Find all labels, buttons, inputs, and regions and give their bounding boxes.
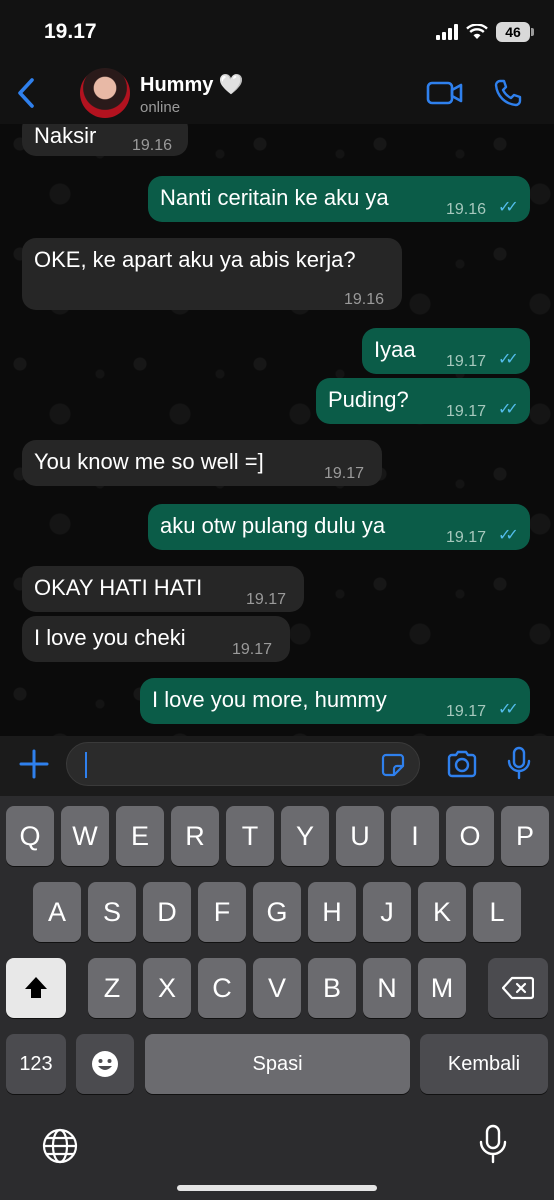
read-receipt-icon: ✓✓ [498,351,519,368]
message-time: 19.17 [232,641,273,658]
status-icons: 46 [436,22,534,42]
message-time: 19.17 [446,403,487,420]
back-icon[interactable] [14,76,40,110]
plus-icon[interactable] [18,748,50,780]
read-receipt-icon: ✓✓ [498,527,519,544]
message-text: I love you more, hummy [152,687,387,712]
message-time: 19.16 [132,137,173,154]
message-text: Iyaa [374,337,416,362]
read-receipt-icon: ✓✓ [498,401,519,418]
key-t[interactable]: T [226,806,274,866]
read-receipt-icon: ✓✓ [498,701,519,718]
contact-name[interactable]: Hummy 🤍 [140,72,244,97]
key-k[interactable]: K [418,882,466,942]
text-caret [85,752,87,778]
key-v[interactable]: V [253,958,301,1018]
message-text: OKAY HATI HATI [34,575,203,600]
globe-icon[interactable] [42,1128,78,1164]
key-j[interactable]: J [363,882,411,942]
key-f[interactable]: F [198,882,246,942]
message-text: Puding? [328,387,409,412]
key-c[interactable]: C [198,958,246,1018]
message-time: 19.16 [446,201,487,218]
message-time: 19.16 [344,291,385,308]
avatar[interactable] [80,68,130,118]
key-q[interactable]: Q [6,806,54,866]
space-key[interactable]: Spasi [145,1034,410,1094]
message-time: 19.17 [324,465,365,482]
keyboard: Q W E R T Y U I O P A S D F G H J K L Z … [0,796,554,1200]
backspace-key[interactable] [488,958,548,1018]
key-u[interactable]: U [336,806,384,866]
message-time: 19.17 [246,591,287,608]
emoji-icon [92,1051,118,1077]
message-text: OKE, ke apart aku ya abis kerja? [34,247,356,272]
message-input[interactable] [66,742,420,786]
home-indicator[interactable] [177,1185,377,1191]
phone-icon[interactable] [494,79,522,107]
message-text: Nanti ceritain ke aku ya [160,185,389,210]
key-z[interactable]: Z [88,958,136,1018]
message-outgoing[interactable]: I love you more, hummy 19.17 ✓✓ [140,678,530,724]
message-time: 19.17 [446,353,487,370]
return-key[interactable]: Kembali [420,1034,548,1094]
backspace-icon [501,976,535,1000]
message-time: 19.17 [446,703,487,720]
status-time: 19.17 [44,20,97,43]
key-x[interactable]: X [143,958,191,1018]
microphone-icon[interactable] [506,746,532,780]
cellular-signal-icon [436,24,458,40]
message-text: aku otw pulang dulu ya [160,513,386,538]
status-bar: 19.17 46 [0,0,554,62]
key-d[interactable]: D [143,882,191,942]
battery-icon: 46 [496,22,534,42]
camera-icon[interactable] [446,750,478,778]
contact-status: online [140,99,181,116]
key-b[interactable]: B [308,958,356,1018]
message-incoming[interactable]: I love you cheki 19.17 [22,616,290,662]
key-w[interactable]: W [61,806,109,866]
message-text: Naksir [34,124,97,148]
key-a[interactable]: A [33,882,81,942]
key-y[interactable]: Y [281,806,329,866]
key-g[interactable]: G [253,882,301,942]
message-incoming[interactable]: OKAY HATI HATI 19.17 [22,566,304,612]
message-text: I love you cheki [34,625,186,650]
message-incoming[interactable]: OKE, ke apart aku ya abis kerja? 19.16 [22,238,402,310]
key-m[interactable]: M [418,958,466,1018]
composer-bar [0,736,554,796]
message-text: You know me so well =] [34,449,264,474]
shift-icon [25,977,47,998]
message-outgoing[interactable]: Iyaa 19.17 ✓✓ [362,328,530,374]
key-e[interactable]: E [116,806,164,866]
wifi-icon [466,24,488,39]
numbers-key[interactable]: 123 [6,1034,66,1094]
message-incoming[interactable]: You know me so well =] 19.17 [22,440,382,486]
key-o[interactable]: O [446,806,494,866]
dictation-icon[interactable] [478,1124,508,1164]
emoji-key[interactable] [76,1034,134,1094]
shift-key[interactable] [6,958,66,1018]
key-h[interactable]: H [308,882,356,942]
video-call-icon[interactable] [426,80,464,106]
read-receipt-icon: ✓✓ [498,199,519,216]
key-s[interactable]: S [88,882,136,942]
key-n[interactable]: N [363,958,411,1018]
key-l[interactable]: L [473,882,521,942]
chat-header: Hummy 🤍 online [0,62,554,124]
sticker-icon[interactable] [381,753,405,777]
message-outgoing[interactable]: Puding? 19.17 ✓✓ [316,378,530,424]
message-outgoing[interactable]: aku otw pulang dulu ya 19.17 ✓✓ [148,504,530,550]
message-incoming[interactable]: Naksir 19.16 [22,124,188,156]
key-p[interactable]: P [501,806,549,866]
key-i[interactable]: I [391,806,439,866]
chat-area[interactable]: Naksir 19.16 Nanti ceritain ke aku ya 19… [0,124,554,736]
message-outgoing[interactable]: Nanti ceritain ke aku ya 19.16 ✓✓ [148,176,530,222]
key-r[interactable]: R [171,806,219,866]
message-time: 19.17 [446,529,487,546]
